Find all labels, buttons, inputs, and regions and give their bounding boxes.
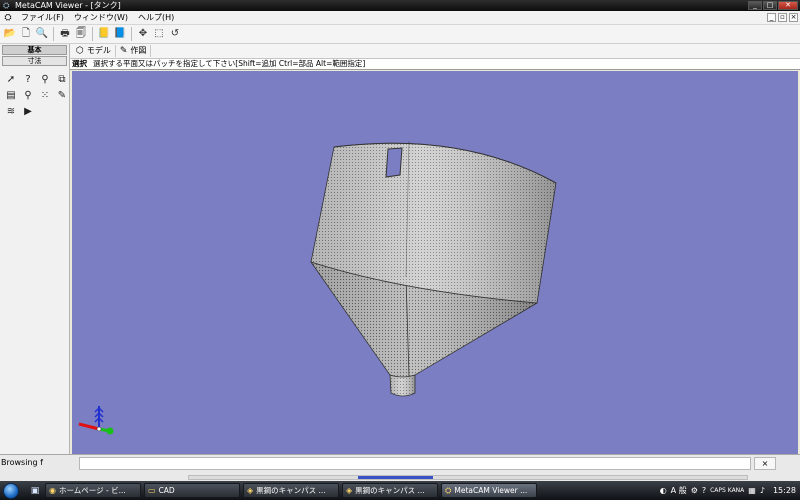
view-tabs: ⬡ モデル ✎ 作図	[70, 44, 800, 58]
taskbar-item-label: CAD	[158, 486, 175, 495]
maximize-button[interactable]: □	[763, 1, 777, 10]
note-icon[interactable]: ✎	[54, 88, 70, 103]
drafting-icon: ✎	[119, 46, 128, 56]
ime-tools-icon[interactable]: ⚙	[691, 486, 698, 495]
taskbar-item-campus-2[interactable]: ◈ 黒鋼のキャンパス ...	[342, 483, 438, 498]
browser-close-button[interactable]: ×	[754, 457, 776, 470]
prompt-mode: 選択	[72, 59, 87, 68]
layer-icon[interactable]: ▤	[3, 88, 19, 103]
windows-logo-icon	[3, 482, 19, 499]
print-preview-icon[interactable]: 🔍	[35, 27, 49, 41]
caps-kana-indicator: CAPS KANA	[710, 487, 745, 494]
rotate-view-icon[interactable]: ↺	[168, 27, 182, 41]
tab-model[interactable]: ⬡ モデル	[72, 45, 116, 57]
toolbar-separator	[92, 27, 93, 41]
taskbar-item-label: 黒鋼のキャンパス ...	[256, 486, 326, 495]
doc-close-button[interactable]: ×	[789, 13, 798, 22]
title-bar[interactable]: ⛭ MetaCAM Viewer - [タンク] _ □ ✕	[0, 0, 800, 11]
show-desktop-icon[interactable]: ▣	[28, 484, 42, 498]
browser-icon: ◈	[247, 486, 254, 495]
menu-window[interactable]: ウィンドウ(W)	[69, 11, 133, 25]
doc-minimize-button[interactable]: _	[767, 13, 776, 22]
menu-file[interactable]: ファイル(F)	[16, 11, 69, 25]
model-viewport[interactable]	[72, 71, 798, 454]
main-toolbar: 📂 🗋 🔍 🖶 🗐 📒 📘 ✥ ⬚ ↺	[0, 25, 800, 44]
select-arrow-icon[interactable]: ➚	[3, 72, 19, 87]
tool-grid: ➚ ? ⚲ ⧉ ▤ ⚲ ⁙ ✎ ≋ ▶	[3, 72, 69, 119]
taskbar-item-label: ホームページ - ビ...	[58, 486, 126, 495]
taskbar-item-campus-1[interactable]: ◈ 黒鋼のキャンパス ...	[243, 483, 339, 498]
page-preview-icon[interactable]: 🗐	[74, 27, 88, 41]
help-icon[interactable]: ?	[702, 486, 706, 495]
tank-window-opening[interactable]	[385, 147, 403, 178]
prompt-bar: 選択 選択する平面又はパッチを指定して下さい[Shift=追加 Ctrl=部品 …	[70, 58, 800, 70]
tab-dimension[interactable]: 寸法	[2, 56, 67, 66]
clock[interactable]: 15:28	[773, 486, 796, 495]
new-file-icon[interactable]: 🗋	[19, 27, 33, 41]
figure-icon[interactable]: ⚲	[37, 72, 53, 87]
axis-y-cap	[106, 427, 114, 435]
window-controls: _ □ ✕	[748, 1, 798, 10]
toolbar-separator	[53, 27, 54, 41]
minimize-button[interactable]: _	[748, 1, 762, 10]
system-tray: ◐ A 般 ⚙ ? CAPS KANA ▦ ♪ 15:28	[656, 481, 800, 500]
taskbar-item-label: 黒鋼のキャンパス ...	[355, 486, 425, 495]
model-canvas[interactable]	[72, 71, 798, 454]
volume-icon[interactable]: ♪	[760, 486, 765, 495]
window-title: MetaCAM Viewer - [タンク]	[15, 1, 121, 10]
properties-icon[interactable]: 📒	[97, 27, 111, 41]
browser-strip: Browsing f ×	[0, 454, 800, 481]
start-button[interactable]	[0, 481, 22, 500]
print-icon[interactable]: 🖶	[58, 27, 72, 41]
taskbar: ▣ ◉ ホームページ - ビ... ▭ CAD ◈ 黒鋼のキャンパス ... ◈…	[0, 481, 800, 500]
move-icon[interactable]: ✥	[136, 27, 150, 41]
ime-mode[interactable]: A 般	[671, 485, 687, 496]
play-icon[interactable]: ▶	[20, 104, 36, 119]
outlet-nozzle-shade	[390, 375, 415, 396]
axis-origin	[96, 426, 102, 432]
document-menu-icon[interactable]: ⛭	[2, 13, 14, 23]
axis-triad	[78, 406, 114, 435]
tool-palette: 基本 寸法 ➚ ? ⚲ ⧉ ▤ ⚲ ⁙ ✎ ≋ ▶	[0, 44, 70, 454]
doc-restore-button[interactable]: ▫	[778, 13, 787, 22]
copy-icon[interactable]: ⧉	[54, 72, 70, 87]
cube-icon: ⬡	[76, 46, 84, 56]
open-icon[interactable]: 📂	[3, 27, 17, 41]
browse-input[interactable]	[79, 457, 751, 470]
metacam-icon: ⛭	[445, 485, 452, 495]
ie-icon: ◉	[49, 486, 56, 495]
browsing-label: Browsing f	[1, 458, 43, 467]
magnify-icon[interactable]: ⚲	[20, 88, 36, 103]
scrollbar-thumb[interactable]	[358, 476, 433, 479]
taskbar-item-metacam[interactable]: ⛭ MetaCAM Viewer ...	[441, 483, 537, 498]
tab-drafting[interactable]: ✎ 作図	[116, 45, 152, 57]
axis-x	[78, 422, 100, 431]
taskbar-item-cad[interactable]: ▭ CAD	[144, 483, 240, 498]
toolbar-separator	[131, 27, 132, 41]
folder-icon: ▭	[148, 486, 156, 495]
document-icon[interactable]: 📘	[113, 27, 127, 41]
app-icon: ⛭	[3, 0, 10, 10]
menu-help[interactable]: ヘルプ(H)	[133, 11, 179, 25]
network-icon[interactable]: ▦	[748, 486, 756, 495]
app-window: ⛭ MetaCAM Viewer - [タンク] _ □ ✕ ⛭ ファイル(F)…	[0, 0, 800, 500]
document-controls: _ ▫ ×	[767, 13, 798, 22]
close-button[interactable]: ✕	[778, 1, 798, 10]
zoom-window-icon[interactable]: ⬚	[152, 27, 166, 41]
stack-icon[interactable]: ≋	[3, 104, 19, 119]
tab-basic[interactable]: 基本	[2, 45, 67, 55]
browser-icon: ◈	[346, 486, 353, 495]
taskbar-item-label: MetaCAM Viewer ...	[454, 486, 528, 495]
query-icon[interactable]: ?	[20, 72, 36, 87]
prompt-message: 選択する平面又はパッチを指定して下さい[Shift=追加 Ctrl=部品 Alt…	[93, 59, 366, 68]
tab-drafting-label: 作図	[130, 46, 147, 55]
taskbar-item-homepage[interactable]: ◉ ホームページ - ビ...	[45, 483, 141, 498]
ime-icon[interactable]: ◐	[660, 486, 667, 495]
tab-model-label: モデル	[86, 46, 111, 55]
grid-points-icon[interactable]: ⁙	[37, 88, 53, 103]
menu-bar: ⛭ ファイル(F) ウィンドウ(W) ヘルプ(H) _ ▫ ×	[0, 11, 800, 25]
horizontal-scrollbar[interactable]	[188, 475, 748, 480]
